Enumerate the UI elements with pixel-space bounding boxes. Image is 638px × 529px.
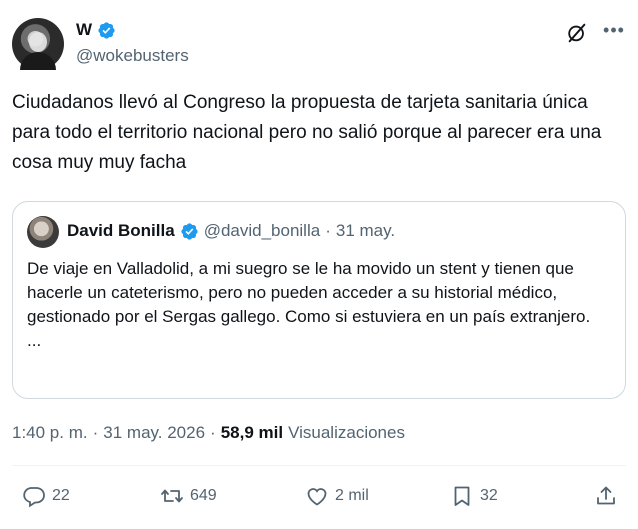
quote-author-name: David Bonilla	[67, 221, 175, 240]
more-icon[interactable]: •••	[602, 20, 626, 44]
quote-text: De viaje en Valladolid, a mi suegro se l…	[27, 257, 617, 353]
author-name[interactable]: W	[76, 20, 92, 40]
tweet-text: Ciudadanos llevó al Congreso la propuest…	[12, 92, 602, 173]
tweet-date[interactable]: 31 may. 2026	[103, 423, 205, 443]
divider	[12, 465, 626, 466]
tweet-meta: 1:40 p. m. · 31 may. 2026 · 58,9 mil Vis…	[12, 423, 405, 443]
like-button[interactable]: 2 mil	[305, 484, 369, 508]
avatar-suit	[20, 52, 56, 70]
action-bar: 22 649 2 mil 32	[12, 484, 626, 516]
verified-badge-icon	[98, 21, 115, 39]
repost-count: 649	[190, 487, 217, 504]
reply-count: 22	[52, 487, 70, 504]
author-avatar[interactable]	[12, 18, 64, 70]
meta-separator: ·	[210, 423, 216, 442]
share-button[interactable]	[594, 484, 618, 508]
repost-icon	[161, 489, 183, 503]
bookmark-button[interactable]: 32	[450, 484, 498, 508]
quote-author-handle: @david_bonilla	[203, 221, 321, 240]
tweet-time[interactable]: 1:40 p. m.	[12, 423, 88, 443]
author-handle[interactable]: @wokebusters	[76, 46, 189, 66]
grok-icon[interactable]	[566, 22, 588, 44]
repost-button[interactable]: 649	[160, 484, 217, 508]
like-count: 2 mil	[335, 487, 369, 504]
author-name-row: W	[76, 20, 116, 40]
bookmark-count: 32	[480, 487, 498, 504]
verified-badge-icon	[181, 222, 198, 240]
views-count: 58,9 mil	[220, 423, 284, 442]
quote-ellipsis: ...	[27, 331, 42, 350]
quote-author-avatar	[27, 216, 59, 248]
quote-date: 31 may.	[335, 221, 396, 240]
meta-separator: ·	[92, 423, 99, 442]
bookmark-icon	[454, 486, 470, 506]
reply-icon	[23, 487, 45, 508]
quote-body: De viaje en Valladolid, a mi suegro se l…	[27, 259, 591, 326]
quote-separator: ·	[325, 221, 331, 240]
views-label: Visualizaciones	[288, 423, 405, 442]
quote-header: David Bonilla @david_bonilla · 31 may.	[67, 221, 395, 241]
avatar-face	[29, 32, 47, 52]
quoted-tweet[interactable]: David Bonilla @david_bonilla · 31 may. D…	[12, 201, 626, 399]
like-icon	[307, 488, 327, 506]
share-icon	[597, 486, 615, 505]
tweet-header: W @wokebusters •••	[12, 14, 626, 74]
reply-button[interactable]: 22	[22, 484, 70, 508]
